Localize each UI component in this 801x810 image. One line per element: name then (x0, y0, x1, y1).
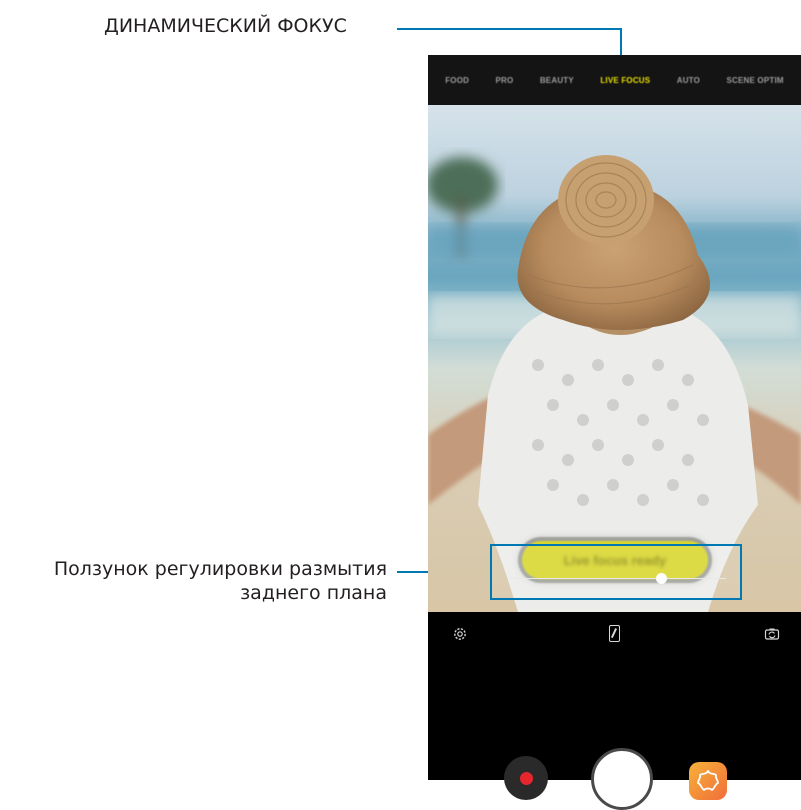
blur-slider-callout-label: Ползунок регулировки размытия заднего пл… (0, 557, 387, 605)
blur-slider-callout-line2: заднего плана (240, 582, 387, 604)
camera-mode-bar: FOOD PRO BEAUTY LIVE FOCUS AUTO SCENE OP… (428, 55, 801, 105)
straw-hat (517, 155, 710, 330)
camera-screen: FOOD PRO BEAUTY LIVE FOCUS AUTO SCENE OP… (428, 55, 801, 780)
camera-preview[interactable]: Live focus ready (428, 105, 801, 612)
live-focus-callout-label: ДИНАМИЧЕСКИЙ ФОКУС (104, 15, 347, 37)
mode-beauty[interactable]: BEAUTY (540, 76, 574, 85)
mode-live-focus[interactable]: LIVE FOCUS (600, 76, 650, 85)
preview-scene (428, 155, 801, 612)
live-focus-ready-text: Live focus ready (563, 552, 667, 568)
live-focus-callout-line-h (397, 28, 622, 30)
live-focus-ready-pill: Live focus ready (522, 541, 708, 579)
blur-slider-callout-line1: Ползунок регулировки размытия (53, 558, 387, 580)
mode-food[interactable]: FOOD (445, 76, 469, 85)
mode-scene-optimizer[interactable]: SCENE OPTIM (726, 76, 783, 85)
camera-controls (428, 612, 801, 780)
mode-pro[interactable]: PRO (496, 76, 514, 85)
mode-auto[interactable]: AUTO (677, 76, 700, 85)
